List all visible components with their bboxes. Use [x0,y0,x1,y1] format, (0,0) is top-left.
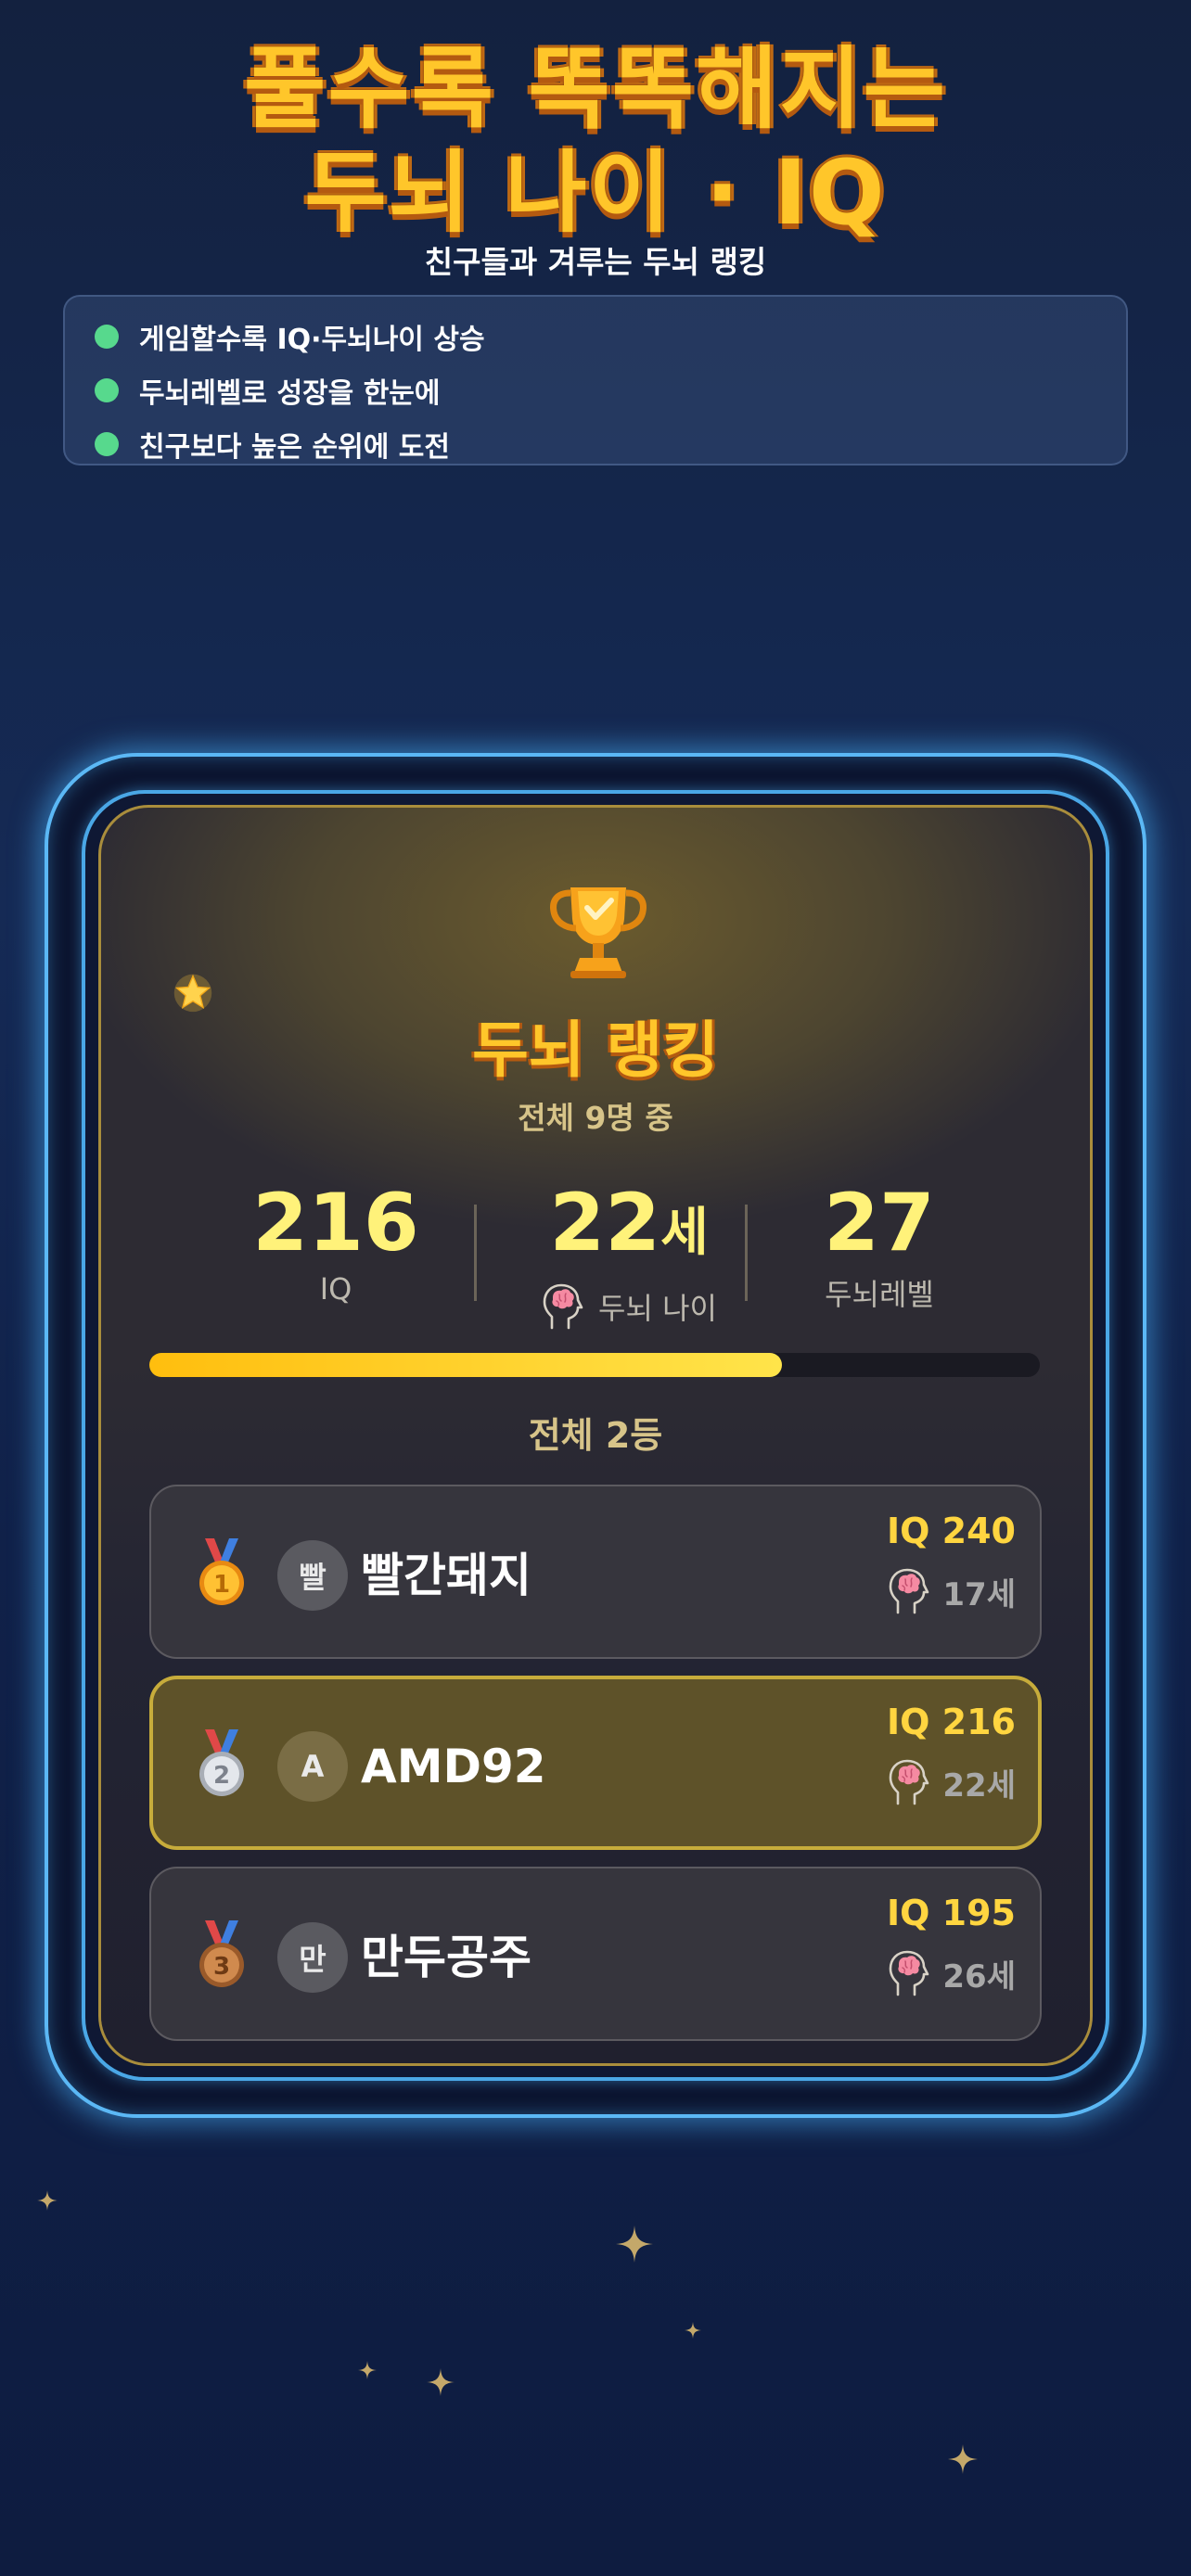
player-iq: IQ 216 [887,1702,1016,1742]
feature-item: 두뇌레벨로 성장을 한눈에 [95,363,1126,417]
brain-level-value: 27 [824,1177,935,1269]
bullet-dot-icon [95,325,119,349]
ranking-row[interactable]: 3 만 만두공주 IQ 195 26세 [149,1867,1042,2041]
brain-head-icon [541,1282,583,1332]
player-brain-age: 26세 [887,1948,1016,1998]
ranking-row[interactable]: 1 빨 빨간돼지 IQ 240 17세 [149,1485,1042,1659]
hero-title-line2: 두뇌 나이 · IQ [304,141,887,245]
hero-title: 풀수록 똑똑해지는 두뇌 나이 · IQ [0,37,1191,245]
player-brain-age-value: 22세 [942,1766,1016,1804]
feature-text: 게임할수록 IQ·두뇌나이 상승 [139,324,485,356]
brain-level-stat: 27 두뇌레벨 [765,1179,993,1314]
avatar: 빨 [277,1540,348,1611]
player-iq: IQ 240 [887,1511,1016,1551]
ranking-total-count: 전체 9명 중 [518,1100,673,1136]
sparkle-icon [616,2225,653,2263]
gold-medal-icon: 1 [199,1538,244,1605]
bronze-medal-icon: 3 [199,1920,244,1987]
brain-level-label: 두뇌레벨 [825,1277,934,1312]
brain-age-value: 22 [549,1177,661,1269]
brain-age-unit: 세 [660,1203,709,1263]
ranking-card: 두뇌 랭킹 전체 9명 중 216 IQ 22세 두뇌 나이 27 두뇌레벨 전… [98,805,1093,2066]
brain-head-icon [887,1566,929,1616]
player-name: 빨간돼지 [361,1549,531,1602]
iq-value: 216 [252,1177,419,1269]
svg-text:3: 3 [213,1953,230,1981]
hero-subtitle: 친구들과 겨루는 두뇌 랭킹 [424,244,767,280]
trophy-icon [550,887,647,978]
my-rank-position: 전체 2등 [528,1415,663,1456]
brain-head-icon [887,1757,929,1807]
svg-text:1: 1 [213,1571,230,1599]
feature-item: 친구보다 높은 순위에 도전 [95,417,1126,471]
brain-age-stat: 22세 두뇌 나이 [494,1179,763,1332]
ranking-title: 두뇌 랭킹 [472,1014,719,1086]
player-brain-age-value: 26세 [942,1958,1016,1996]
ranking-row-me[interactable]: 2 A AMD92 IQ 216 22세 [149,1676,1042,1850]
player-brain-age-value: 17세 [942,1575,1016,1613]
sparkle-icon [358,2361,377,2379]
iq-stat: 216 IQ [222,1179,450,1307]
feature-item: 게임할수록 IQ·두뇌나이 상승 [95,310,1126,363]
brain-head-icon [887,1948,929,1998]
player-brain-age: 17세 [887,1566,1016,1616]
avatar: 만 [277,1922,348,1993]
feature-text: 친구보다 높은 순위에 도전 [139,431,450,464]
iq-label: IQ [319,1271,352,1307]
silver-medal-icon: 2 [199,1729,244,1796]
sparkle-icon [427,2368,455,2396]
sparkle-icon [948,2444,978,2474]
feature-text: 두뇌레벨로 성장을 한눈에 [139,377,441,410]
hero-title-line1: 풀수록 똑똑해지는 [244,37,947,141]
player-brain-age: 22세 [887,1757,1016,1807]
player-name: 만두공주 [361,1931,531,1984]
svg-text:2: 2 [213,1762,230,1790]
sparkle-icon [685,2322,701,2339]
sparkle-icon [37,2190,58,2211]
stat-divider [745,1205,748,1301]
bullet-dot-icon [95,378,119,402]
avatar: A [277,1731,348,1802]
feature-list: 게임할수록 IQ·두뇌나이 상승 두뇌레벨로 성장을 한눈에 친구보다 높은 순… [63,295,1128,465]
bullet-dot-icon [95,432,119,456]
brain-age-label: 두뇌 나이 [598,1291,717,1326]
level-progress-fill [149,1353,782,1377]
player-iq: IQ 195 [887,1893,1016,1933]
player-name: AMD92 [361,1740,546,1793]
stat-divider [474,1205,477,1301]
level-progress-bar [149,1353,1040,1377]
